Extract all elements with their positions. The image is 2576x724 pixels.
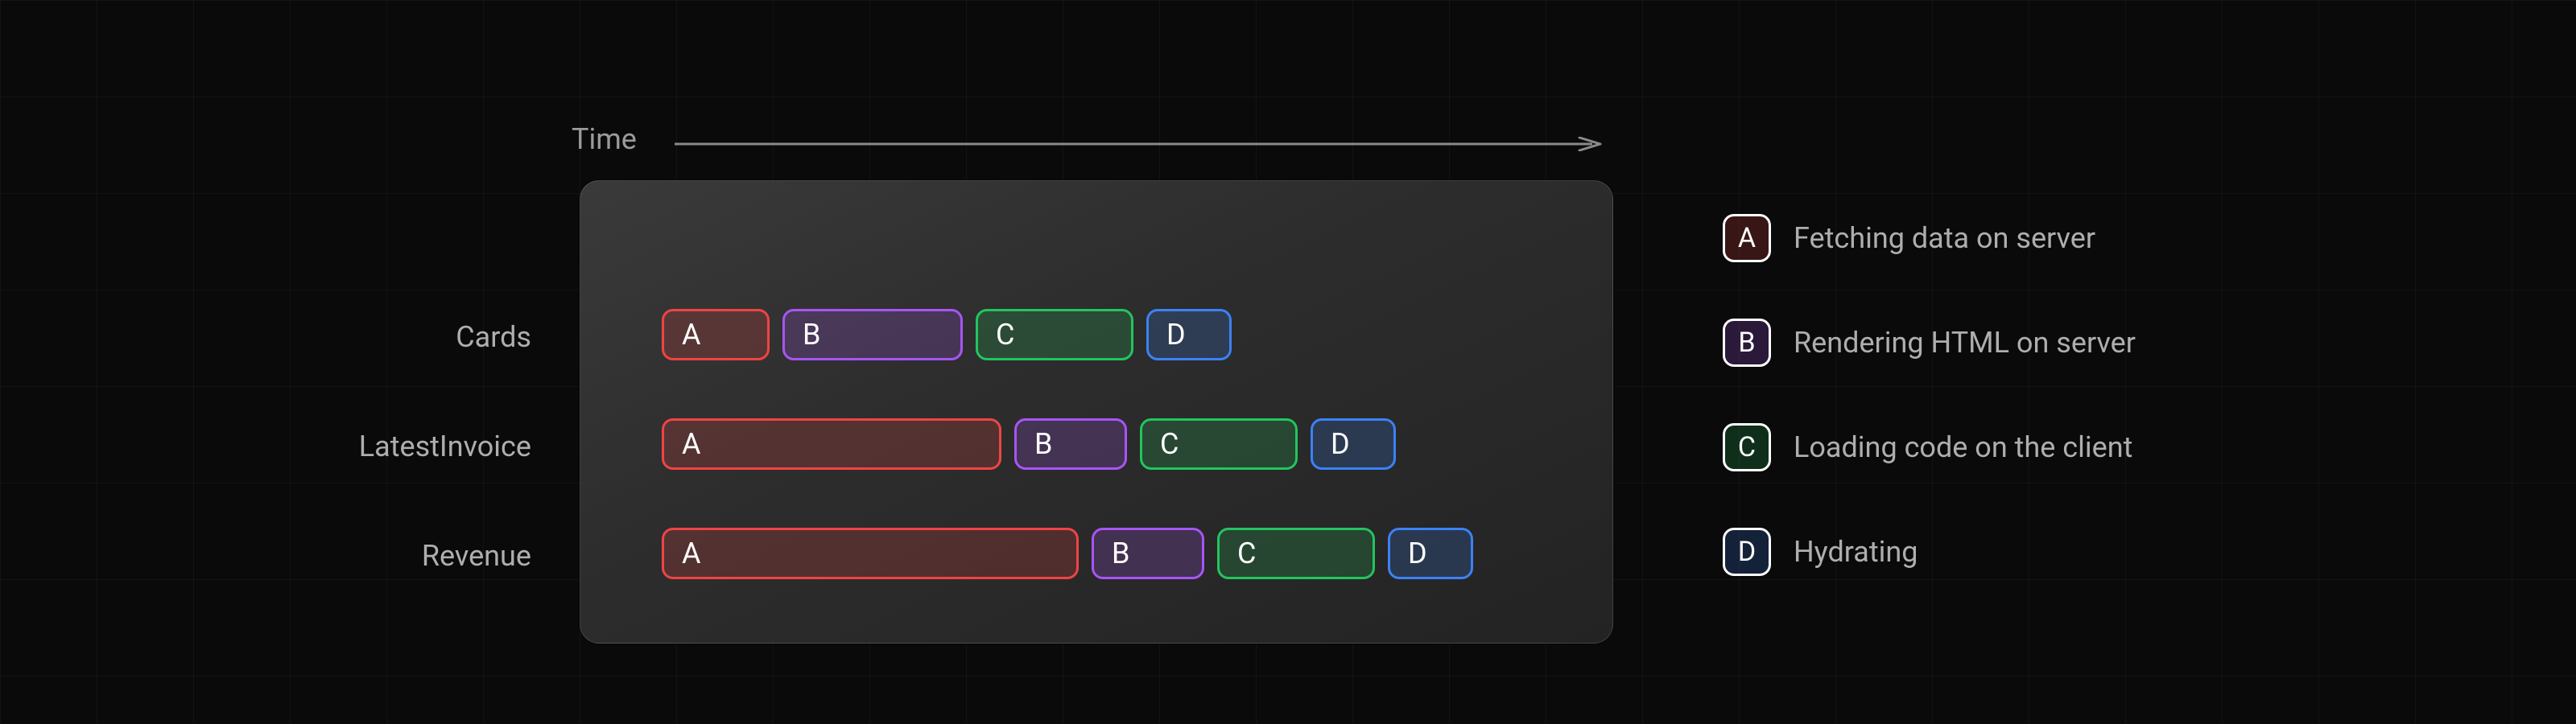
legend-item-b: B Rendering HTML on server <box>1723 319 2136 367</box>
legend-badge-c: C <box>1723 423 1771 471</box>
legend-badge-d: D <box>1723 528 1771 576</box>
timeline-row: ABCD <box>662 309 1473 360</box>
legend-label: Rendering HTML on server <box>1794 326 2136 360</box>
segment-d: D <box>1311 418 1396 470</box>
segment-b: B <box>1014 418 1127 470</box>
legend-item-a: A Fetching data on server <box>1723 214 2136 262</box>
segment-a: A <box>662 528 1079 579</box>
legend-label: Fetching data on server <box>1794 221 2095 255</box>
segment-c: C <box>976 309 1133 360</box>
legend: A Fetching data on server B Rendering HTML … <box>1723 214 2136 632</box>
row-label-latestinvoice: LatestInvoice <box>306 430 531 463</box>
row-label-revenue: Revenue <box>306 539 531 573</box>
segment-d: D <box>1146 309 1232 360</box>
segment-c: C <box>1217 528 1375 579</box>
timeline-rows: ABCDABCDABCD <box>662 309 1473 637</box>
row-label-cards: Cards <box>306 320 531 354</box>
time-axis-label: Time <box>572 122 637 156</box>
segment-a: A <box>662 309 770 360</box>
legend-item-c: C Loading code on the client <box>1723 423 2136 471</box>
legend-badge-a: A <box>1723 214 1771 262</box>
timeline-row: ABCD <box>662 418 1473 470</box>
segment-d: D <box>1388 528 1473 579</box>
time-arrow-icon <box>675 137 1604 151</box>
timeline-row: ABCD <box>662 528 1473 579</box>
segment-b: B <box>782 309 963 360</box>
segment-b: B <box>1092 528 1204 579</box>
legend-label: Hydrating <box>1794 535 1918 569</box>
segment-a: A <box>662 418 1001 470</box>
legend-item-d: D Hydrating <box>1723 528 2136 576</box>
diagram-stage: Time Cards LatestInvoice Revenue ABCDABC… <box>0 0 2576 724</box>
segment-c: C <box>1140 418 1298 470</box>
legend-label: Loading code on the client <box>1794 430 2132 464</box>
legend-badge-b: B <box>1723 319 1771 367</box>
